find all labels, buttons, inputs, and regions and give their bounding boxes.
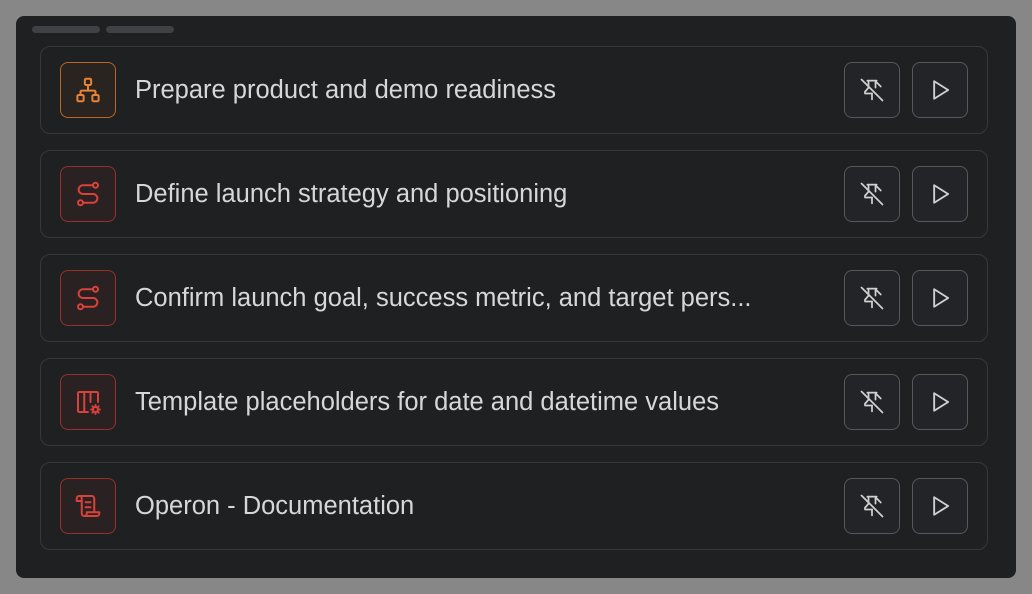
play-icon [933,80,950,100]
item-title: Confirm launch goal, success metric, and… [135,284,752,312]
play-icon [933,392,950,412]
pinned-items-panel: Prepare product and demo readiness Defin… [16,16,1016,578]
list-item[interactable]: Operon - Documentation [40,462,988,550]
item-title: Template placeholders for date and datet… [135,388,720,416]
unpin-button[interactable] [844,166,900,222]
scroll-icon [60,478,116,534]
item-title: Define launch strategy and positioning [135,180,568,208]
unpin-button[interactable] [844,478,900,534]
list-item[interactable]: Confirm launch goal, success metric, and… [40,254,988,342]
list-item[interactable]: Template placeholders for date and datet… [40,358,988,446]
pin-off-icon [860,390,884,414]
play-icon [933,184,950,204]
pin-off-icon [860,78,884,102]
list-item[interactable]: Prepare product and demo readiness [40,46,988,134]
play-icon [933,288,950,308]
unpin-button[interactable] [844,270,900,326]
template-settings-icon [60,374,116,430]
sitemap-icon [60,62,116,118]
route-icon [60,270,116,326]
unpin-button[interactable] [844,62,900,118]
run-button[interactable] [912,374,968,430]
item-title: Operon - Documentation [135,492,415,520]
play-icon [933,496,950,516]
pinned-items-list: Prepare product and demo readiness Defin… [40,46,988,550]
run-button[interactable] [912,478,968,534]
run-button[interactable] [912,166,968,222]
item-title: Prepare product and demo readiness [135,76,557,104]
list-item[interactable]: Define launch strategy and positioning [40,150,988,238]
run-button[interactable] [912,270,968,326]
unpin-button[interactable] [844,374,900,430]
pin-off-icon [860,182,884,206]
loading-placeholder-bar [106,26,174,33]
pin-off-icon [860,494,884,518]
loading-placeholder-bar [32,26,100,33]
pin-off-icon [860,286,884,310]
run-button[interactable] [912,62,968,118]
route-icon [60,166,116,222]
